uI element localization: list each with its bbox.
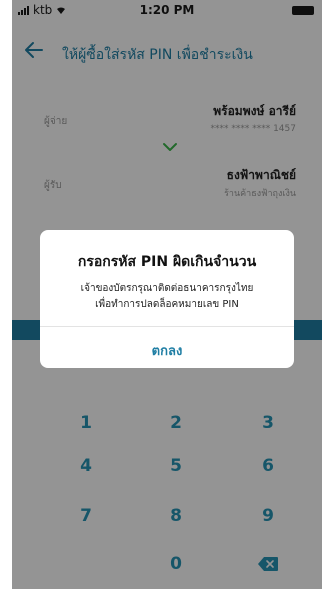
phone-screen: ktb 1:20 PM ให้ผู้ซื้อใส่รหัส PIN เพื่อช… <box>12 0 322 589</box>
dialog-title: กรอกรหัส PIN ผิดเกินจำนวน <box>77 254 257 270</box>
dialog-message-line1: เจ้าของบัตรกรุณาติดต่อธนาคารกรุงไทย <box>80 283 254 294</box>
dialog-divider <box>40 326 294 327</box>
ok-button[interactable]: ตกลง <box>40 340 294 361</box>
pin-error-dialog: กรอกรหัส PIN ผิดเกินจำนวน เจ้าของบัตรกรุ… <box>40 230 294 368</box>
dialog-message-line2: เพื่อทำการปลดล็อคหมายเลข PIN <box>95 299 239 310</box>
